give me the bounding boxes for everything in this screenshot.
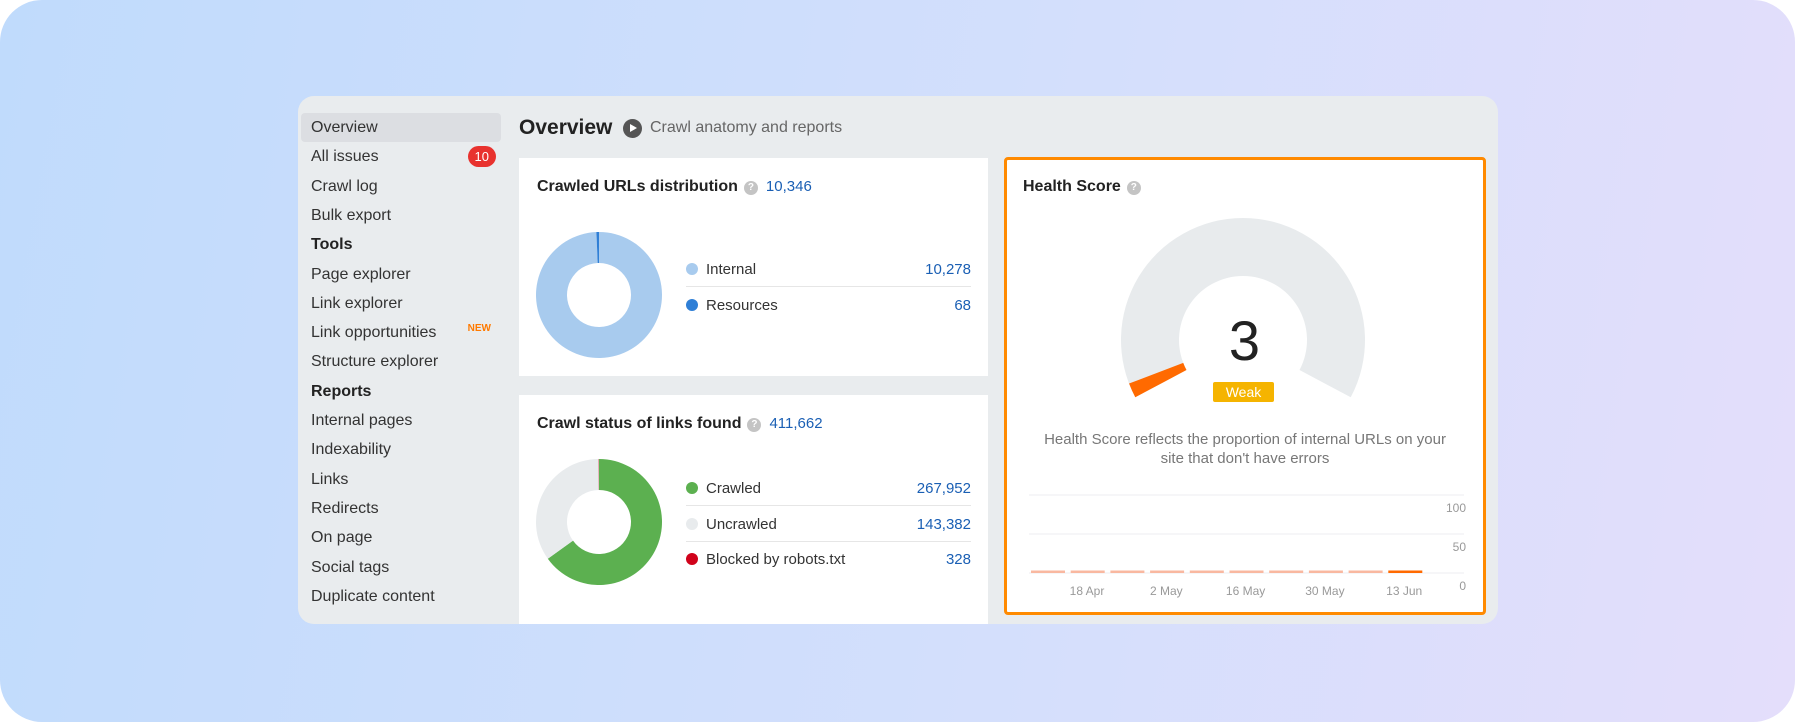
health-score-value: 3 [1228, 309, 1261, 372]
sidebar-item-label: Link opportunities [311, 324, 437, 342]
legend-row[interactable]: Blocked by robots.txt 328 [686, 542, 971, 577]
background-frame: Overview All issues 10 Crawl log Bulk export… [0, 0, 1795, 722]
y-tick-label: 100 [1446, 501, 1466, 515]
crawled-urls-donut [536, 232, 662, 358]
sidebar-item-label: Duplicate content [311, 587, 435, 605]
card-title: Crawl status of links found [537, 415, 742, 432]
legend-value[interactable]: 10,278 [925, 252, 971, 287]
legend-row[interactable]: Crawled 267,952 [686, 471, 971, 506]
sidebar-item-indexability[interactable]: Indexability [301, 435, 501, 464]
sidebar-item-internal-pages[interactable]: Internal pages [301, 406, 501, 435]
sidebar-item-bulk-export[interactable]: Bulk export [301, 201, 501, 230]
sidebar-heading: Reports [301, 377, 501, 406]
rating-badge: Weak [1213, 382, 1274, 402]
sidebar-item-all-issues[interactable]: All issues 10 [301, 142, 501, 171]
legend-label: Blocked by robots.txt [706, 551, 846, 568]
legend-label: Resources [706, 296, 778, 314]
play-icon[interactable] [623, 119, 642, 138]
sidebar-item-duplicate-content[interactable]: Duplicate content [301, 582, 501, 611]
sidebar-item-label: Reports [311, 382, 372, 400]
sidebar-item-overview[interactable]: Overview [301, 113, 501, 142]
legend-row[interactable]: Internal 10,278 [686, 252, 971, 287]
health-gauge [1121, 217, 1365, 398]
history-bar[interactable] [1388, 570, 1423, 574]
donut-slice-internal[interactable] [536, 232, 662, 358]
total-link[interactable]: 10,346 [766, 178, 812, 195]
sidebar-item-label: Link explorer [311, 294, 403, 312]
legend-row[interactable]: Uncrawled 143,382 [686, 507, 971, 542]
app-panel: Overview All issues 10 Crawl log Bulk export… [298, 96, 1498, 624]
history-bar[interactable] [1110, 570, 1145, 574]
sidebar-item-label: Tools [311, 236, 353, 254]
legend-value[interactable]: 68 [954, 288, 971, 323]
legend-dot-icon [686, 553, 698, 565]
legend-dot-icon [686, 263, 698, 275]
legend-label: Internal [706, 261, 757, 278]
history-bar[interactable] [1229, 570, 1264, 574]
history-bar[interactable] [1070, 570, 1105, 574]
issues-count-badge: 10 [467, 146, 496, 168]
sidebar-item-label: Internal pages [311, 412, 413, 429]
video-link[interactable]: Crawl anatomy and reports [650, 119, 842, 137]
sidebar-item-label: Indexability [311, 441, 392, 459]
sidebar-item-label: All issues [311, 148, 379, 166]
sidebar: Overview All issues 10 Crawl log Bulk export… [298, 96, 508, 624]
help-icon[interactable]: ? [743, 181, 758, 195]
sidebar-heading: Tools [301, 230, 501, 259]
legend-row[interactable]: Resources 68 [686, 288, 971, 323]
legend-dot-icon [686, 482, 698, 494]
history-bar[interactable] [1189, 570, 1224, 574]
history-bar[interactable] [1269, 570, 1304, 574]
new-tag: NEW [467, 323, 491, 335]
sidebar-item-label: Page explorer [311, 265, 411, 283]
sidebar-item-label: Social tags [311, 558, 390, 576]
x-tick-label: 13 Jun [1386, 584, 1422, 598]
sidebar-item-label: Bulk export [311, 206, 392, 224]
sidebar-item-redirects[interactable]: Redirects [301, 494, 501, 523]
sidebar-item-structure-explorer[interactable]: Structure explorer [301, 347, 501, 376]
sidebar-item-link-opportunities[interactable]: Link opportunities NEW [301, 318, 501, 347]
legend-value[interactable]: 328 [946, 542, 971, 577]
legend-value[interactable]: 143,382 [917, 507, 971, 542]
sidebar-item-label: Redirects [311, 499, 379, 517]
y-tick-label: 0 [1459, 579, 1466, 593]
health-score-card: Health Score? 3 Weak Health Score reflec… [1004, 157, 1486, 615]
health-history-chart: 100 50 0 18 Apr 2 May 16 May 30 May 13 Jun [1029, 494, 1467, 598]
sidebar-item-label: On page [311, 529, 373, 547]
total-link[interactable]: 411,662 [769, 415, 822, 432]
legend-value[interactable]: 267,952 [917, 471, 971, 506]
sidebar-item-label: Structure explorer [311, 353, 439, 371]
crawled-urls-card: Crawled URLs distribution? 10,346 Interna… [519, 158, 988, 376]
donut-slice-uncrawled[interactable] [536, 459, 599, 559]
history-bar[interactable] [1150, 570, 1185, 574]
card-title: Crawled URLs distribution [537, 178, 738, 195]
sidebar-item-social-tags[interactable]: Social tags [301, 553, 501, 582]
x-tick-label: 2 May [1150, 584, 1183, 598]
health-description: Health Score reflects the proportion of … [1044, 431, 1446, 467]
sidebar-item-links[interactable]: Links [301, 465, 501, 494]
legend-dot-icon [686, 517, 698, 530]
history-bar[interactable] [1308, 570, 1343, 574]
legend-label: Crawled [706, 480, 762, 497]
sidebar-item-label: Crawl log [311, 177, 378, 195]
sidebar-item-on-page[interactable]: On page [301, 523, 501, 552]
sidebar-item-crawl-log[interactable]: Crawl log [301, 172, 501, 201]
page-title: Overview [519, 116, 613, 139]
help-icon[interactable]: ? [747, 418, 762, 432]
legend-dot-icon [686, 298, 698, 311]
crawl-status-donut [536, 459, 662, 585]
sidebar-item-page-explorer[interactable]: Page explorer [301, 260, 501, 289]
history-bar[interactable] [1031, 570, 1065, 574]
x-tick-label: 18 Apr [1070, 584, 1105, 598]
legend-label: Uncrawled [706, 515, 777, 533]
sidebar-item-label: Overview [311, 119, 378, 136]
history-bar[interactable] [1348, 570, 1383, 574]
x-tick-label: 16 May [1226, 584, 1265, 598]
sidebar-item-label: Links [311, 470, 349, 488]
y-tick-label: 50 [1453, 540, 1467, 554]
x-tick-label: 30 May [1305, 584, 1344, 598]
crawl-status-card: Crawl status of links found? 411,662 Craw… [519, 395, 988, 624]
